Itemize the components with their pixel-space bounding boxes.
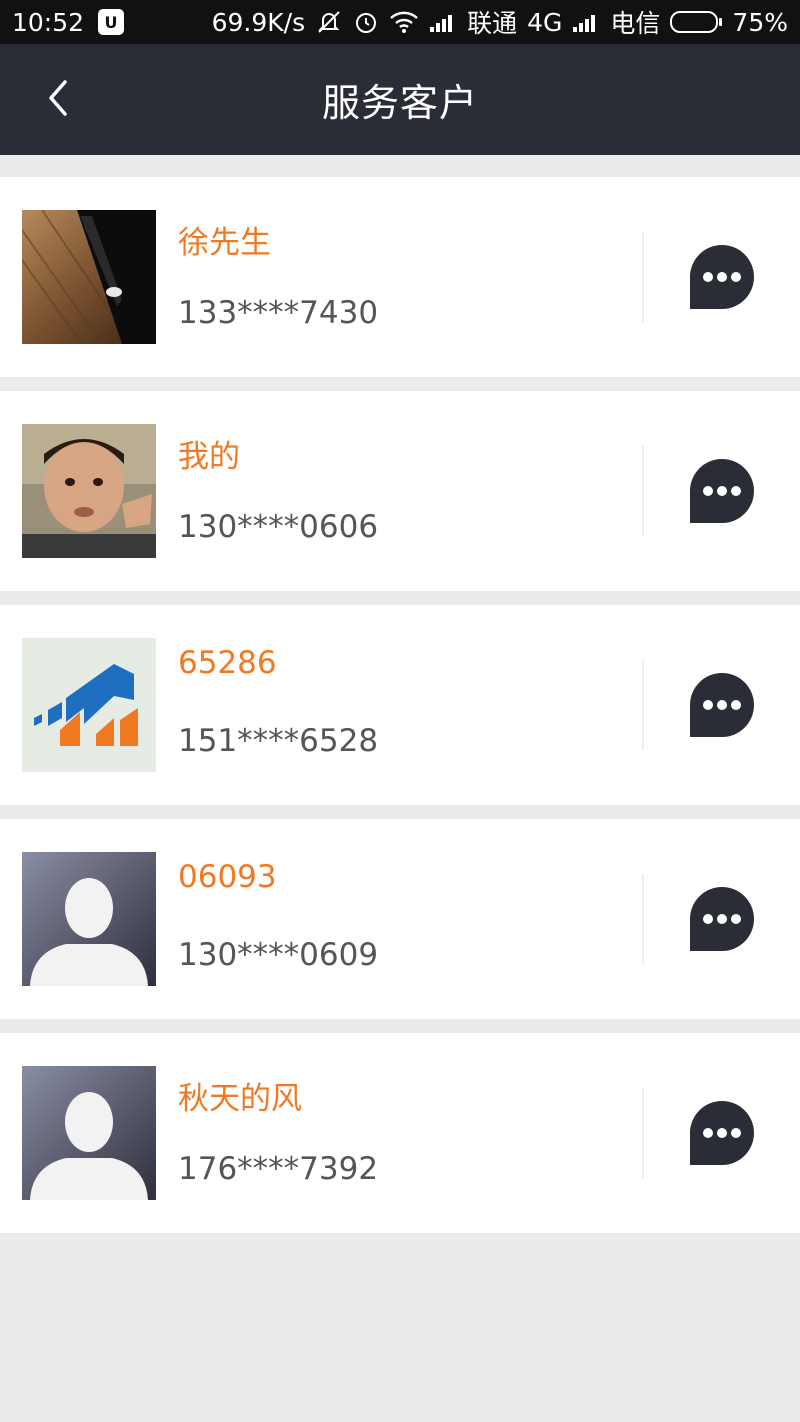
header-bar: 服务客户 <box>0 44 800 155</box>
customer-phone: 130****0609 <box>178 937 379 973</box>
chat-bubble-icon <box>690 673 754 737</box>
customer-phone: 176****7392 <box>178 1151 379 1187</box>
signal-icon <box>572 11 600 33</box>
divider <box>642 446 644 536</box>
customer-name: 秋天的风 <box>178 1081 302 1117</box>
divider <box>642 232 644 322</box>
mute-icon <box>315 8 343 36</box>
chevron-left-icon <box>49 80 67 116</box>
chat-bubble-icon <box>690 887 754 951</box>
customer-item[interactable]: 65286 151****6528 <box>0 605 800 805</box>
back-button[interactable] <box>30 70 86 126</box>
avatar <box>22 1066 156 1200</box>
chat-bubble-icon <box>690 1101 754 1165</box>
divider <box>642 660 644 750</box>
status-time: 10:52 <box>12 7 85 37</box>
chat-bubble-icon <box>690 245 754 309</box>
carrier-2: 电信 <box>610 9 661 38</box>
alarm-icon <box>353 9 379 35</box>
avatar <box>22 638 156 772</box>
chat-button[interactable] <box>686 883 758 955</box>
customer-phone: 151****6528 <box>178 723 379 759</box>
customer-phone: 133****7430 <box>178 295 379 331</box>
chat-button[interactable] <box>686 1097 758 1169</box>
customer-item[interactable]: 徐先生 133****7430 <box>0 177 800 377</box>
customer-name: 06093 <box>178 859 277 895</box>
customer-name: 65286 <box>178 645 277 681</box>
battery-icon <box>670 11 723 33</box>
status-bar: 10:52 U 69.9K/s 联通 4G 电信 75% <box>0 0 800 44</box>
customer-list: 徐先生 133****7430 我的 130****0606 65286 151… <box>0 177 800 1247</box>
customer-name: 徐先生 <box>178 225 271 261</box>
wifi-icon <box>389 10 419 34</box>
carrier-1: 联通 <box>467 9 518 38</box>
customer-name: 我的 <box>178 439 240 475</box>
status-indicators: 69.9K/s 联通 4G 电信 75% <box>212 4 788 40</box>
divider <box>642 874 644 964</box>
network-speed: 69.9K/s <box>211 7 306 37</box>
avatar <box>22 424 156 558</box>
customer-item[interactable]: 秋天的风 176****7392 <box>0 1033 800 1233</box>
chat-button[interactable] <box>686 669 758 741</box>
page-title: 服务客户 <box>321 81 478 125</box>
customer-item[interactable]: 06093 130****0609 <box>0 819 800 1019</box>
customer-phone: 130****0606 <box>178 509 379 545</box>
chat-bubble-icon <box>690 459 754 523</box>
avatar <box>22 210 156 344</box>
battery-percent: 75% <box>732 7 788 37</box>
avatar <box>22 852 156 986</box>
app-notification-icon: U <box>98 9 125 35</box>
network-type: 4G <box>527 7 563 37</box>
customer-item[interactable]: 我的 130****0606 <box>0 391 800 591</box>
chat-button[interactable] <box>686 241 758 313</box>
signal-icon <box>429 11 457 33</box>
chat-button[interactable] <box>686 455 758 527</box>
divider <box>642 1088 644 1178</box>
